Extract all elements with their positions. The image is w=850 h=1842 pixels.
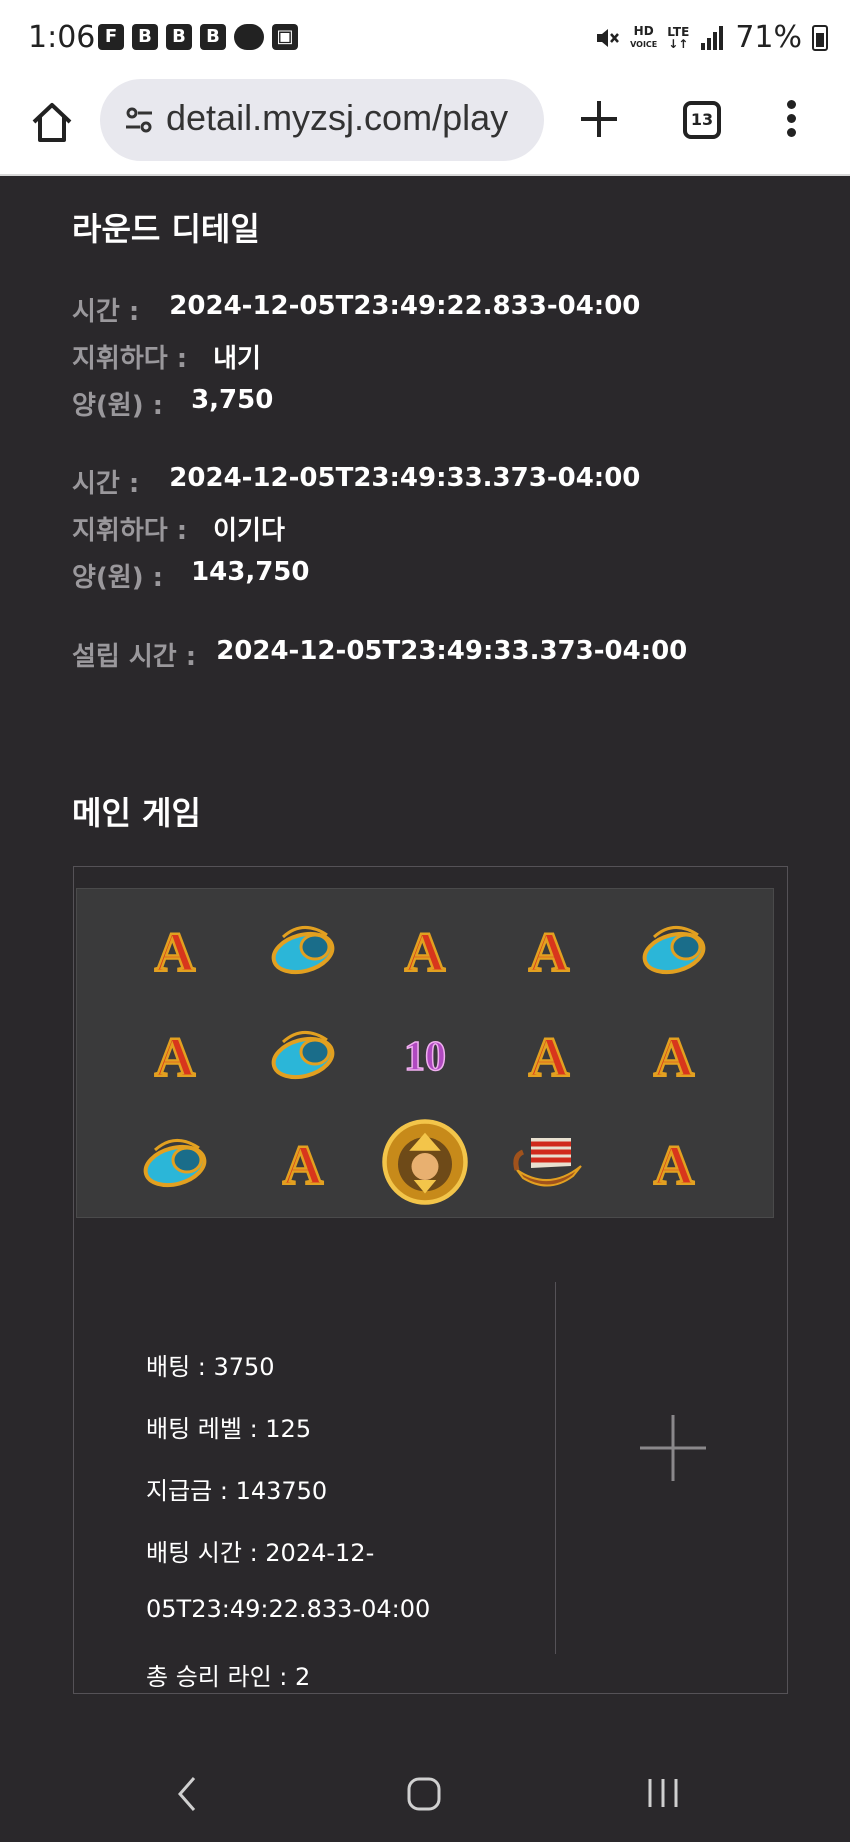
a-symbol: A <box>135 1014 215 1094</box>
amount-label: 양(원) : <box>72 563 164 593</box>
svg-text:A: A <box>405 922 446 984</box>
entry-2-amount: 양(원) : 143,750 <box>72 557 309 594</box>
menu-icon[interactable] <box>784 100 798 140</box>
amount-value: 3,750 <box>191 385 274 415</box>
ship-symbol <box>509 1122 589 1202</box>
bet-time-text-cont: 05T23:49:22.833-04:00 <box>146 1595 431 1623</box>
svg-text:A: A <box>283 1135 324 1197</box>
game-panel: A A A A 10 A A A A 배팅 : 3750 배팅 레벨 : 125 지급금 : 1… <box>73 866 788 1694</box>
lte-icon: LTE ↓↑ <box>667 24 690 51</box>
a-symbol: A <box>509 1014 589 1094</box>
recent-apps-icon[interactable] <box>646 1776 680 1810</box>
flipboard-icon: F <box>98 24 124 50</box>
home-button[interactable] <box>28 98 76 146</box>
site-settings-icon[interactable] <box>122 103 156 137</box>
svg-text:A: A <box>155 1027 196 1089</box>
settle-value: 2024-12-05T23:49:33.373-04:00 <box>216 636 688 666</box>
bet-time-text: 배팅 시간 : 2024-12- <box>146 1539 375 1567</box>
entry-1-time: 시간 : 2024-12-05T23:49:22.833-04:00 <box>72 291 640 328</box>
time-value: 2024-12-05T23:49:33.373-04:00 <box>169 463 641 493</box>
b-icon: B <box>200 24 226 50</box>
bet-info: 배팅 : 3750 배팅 레벨 : 125 지급금 : 143750 배팅 시간… <box>74 1227 789 1693</box>
new-tab-button[interactable] <box>576 96 622 142</box>
signal-icon <box>701 25 724 50</box>
reel-grid: A A A A 10 A A A A <box>76 888 774 1218</box>
action-label: 지휘하다 : <box>72 344 188 374</box>
a-symbol: A <box>263 1122 343 1202</box>
battery-percent: 71% <box>735 20 802 55</box>
ten-symbol: 10 <box>385 1014 465 1094</box>
horn-symbol <box>135 1122 215 1202</box>
a-symbol: A <box>509 909 589 989</box>
notification-icons: F B B B ▣ <box>98 24 298 50</box>
viking-symbol <box>380 1117 470 1207</box>
svg-text:10: 10 <box>404 1034 446 1080</box>
a-symbol: A <box>634 1014 714 1094</box>
browser-toolbar: detail.myzsj.com/play 13 <box>0 76 850 176</box>
settle-time: 설립 시간 : 2024-12-05T23:49:33.373-04:00 <box>72 636 687 673</box>
b-icon: B <box>132 24 158 50</box>
main-game-title: 메인 게임 <box>72 794 201 832</box>
navigation-bar <box>0 1736 850 1842</box>
time-label: 시간 : <box>72 297 140 327</box>
system-icons: HD VOICE LTE ↓↑ 71% <box>594 20 828 55</box>
b-icon: B <box>166 24 192 50</box>
amount-value: 143,750 <box>191 557 310 587</box>
action-label: 지휘하다 : <box>72 516 188 546</box>
tab-switcher-button[interactable]: 13 <box>683 101 721 139</box>
status-bar: 1:06 F B B B ▣ HD VOICE LTE ↓↑ 71% <box>0 0 850 76</box>
divider <box>555 1282 556 1654</box>
entry-2-action: 지휘하다 : 이기다 <box>72 510 285 547</box>
bet-text: 배팅 : 3750 <box>146 1353 275 1381</box>
url-text: detail.myzsj.com/play <box>166 97 509 138</box>
svg-text:A: A <box>654 1027 695 1089</box>
svg-text:A: A <box>155 922 196 984</box>
back-icon[interactable] <box>176 1776 198 1812</box>
horn-symbol <box>263 1014 343 1094</box>
action-value: 이기다 <box>213 516 285 546</box>
time-label: 시간 : <box>72 469 140 499</box>
a-symbol: A <box>385 909 465 989</box>
horn-symbol <box>263 909 343 989</box>
time-value: 2024-12-05T23:49:22.833-04:00 <box>169 291 641 321</box>
win-lines-text: 총 승리 라인 : 2 <box>146 1663 311 1691</box>
round-detail-title: 라운드 디테일 <box>72 210 260 248</box>
entry-2-time: 시간 : 2024-12-05T23:49:33.373-04:00 <box>72 463 640 500</box>
svg-text:A: A <box>529 922 570 984</box>
mute-icon <box>597 28 620 47</box>
battery-icon <box>812 24 828 51</box>
status-time: 1:06 <box>28 20 96 55</box>
settle-label: 설립 시간 : <box>72 642 197 672</box>
address-bar[interactable]: detail.myzsj.com/play <box>100 79 544 161</box>
hd-voice-icon: HD VOICE <box>630 23 658 49</box>
a-symbol: A <box>634 1122 714 1202</box>
svg-text:A: A <box>654 1135 695 1197</box>
entry-1-action: 지휘하다 : 내기 <box>72 338 261 375</box>
image-icon: ▣ <box>272 24 298 50</box>
action-value: 내기 <box>213 344 261 374</box>
amount-label: 양(원) : <box>72 391 164 421</box>
horn-symbol <box>634 909 714 989</box>
cloud-icon <box>234 24 264 50</box>
home-icon[interactable] <box>406 1776 442 1812</box>
entry-1-amount: 양(원) : 3,750 <box>72 385 273 422</box>
a-symbol: A <box>135 909 215 989</box>
bet-level-text: 배팅 레벨 : 125 <box>146 1415 312 1443</box>
payout-text: 지급금 : 143750 <box>146 1477 328 1505</box>
plus-icon[interactable] <box>640 1415 706 1481</box>
svg-text:A: A <box>529 1027 570 1089</box>
